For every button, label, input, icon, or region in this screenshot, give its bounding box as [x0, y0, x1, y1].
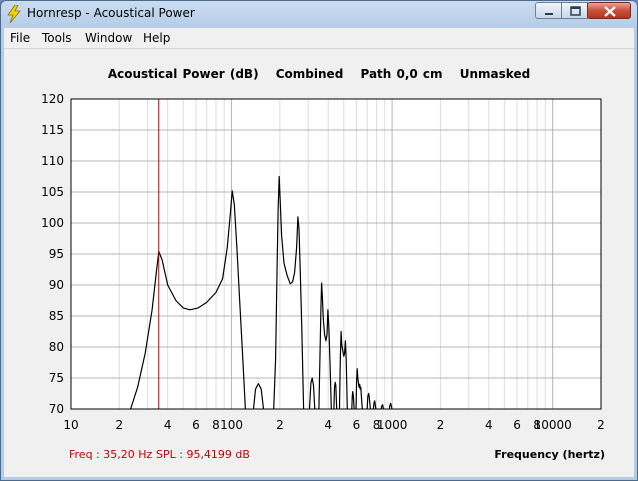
x-tick-label: 4 [164, 418, 172, 432]
app-window: Hornresp - Acoustical Power File Tools W… [0, 0, 638, 481]
maximize-icon [570, 6, 581, 16]
minimize-button[interactable] [535, 2, 562, 19]
x-tick-label: 1000 [377, 418, 408, 432]
y-tick-label: 80 [49, 340, 64, 354]
menu-bar: File Tools Window Help [4, 28, 634, 49]
x-tick-label: 2 [437, 418, 445, 432]
menu-file[interactable]: File [10, 31, 30, 45]
y-tick-label: 115 [41, 123, 64, 137]
freq-readout: Freq : 35,20 Hz [69, 448, 153, 461]
maximize-button[interactable] [561, 2, 588, 19]
y-tick-label: 110 [41, 154, 64, 168]
x-tick-label: 100 [220, 418, 243, 432]
lightning-icon [7, 5, 21, 23]
y-tick-label: 90 [49, 278, 64, 292]
close-icon [604, 6, 616, 17]
x-tick-label: 2 [597, 418, 605, 432]
x-tick-label: 4 [485, 418, 493, 432]
x-tick-label: 6 [513, 418, 521, 432]
spl-readout: SPL : 95,4199 dB [156, 448, 250, 461]
minimize-icon [545, 13, 553, 15]
y-tick-label: 85 [49, 309, 64, 323]
y-tick-label: 70 [49, 402, 64, 416]
title-bar[interactable]: Hornresp - Acoustical Power [1, 1, 637, 27]
y-tick-label: 95 [49, 247, 64, 261]
acoustical-power-plot[interactable]: 70758085909510010511011512010 2 4 6 8 100 2 4 6 8… [4, 49, 634, 477]
chart-area: Acoustical Power (dB) Combined Path 0,0 … [4, 49, 634, 477]
x-tick-label: 2 [116, 418, 124, 432]
x-tick-label: 10000 [534, 418, 572, 432]
window-title: Hornresp - Acoustical Power [27, 6, 195, 20]
menu-help[interactable]: Help [143, 31, 170, 45]
y-tick-label: 105 [41, 185, 64, 199]
menu-window[interactable]: Window [85, 31, 132, 45]
close-button[interactable] [587, 2, 631, 19]
y-tick-label: 75 [49, 371, 64, 385]
y-tick-label: 100 [41, 216, 64, 230]
x-tick-label: 6 [192, 418, 200, 432]
menu-tools[interactable]: Tools [42, 31, 72, 45]
y-tick-label: 120 [41, 92, 64, 106]
x-tick-label: 4 [324, 418, 332, 432]
x-tick-label: 8 [212, 418, 220, 432]
x-tick-label: 2 [276, 418, 284, 432]
x-tick-label: 10 [63, 418, 78, 432]
x-tick-label: 6 [353, 418, 361, 432]
x-axis-label: Frequency (hertz) [494, 448, 605, 461]
